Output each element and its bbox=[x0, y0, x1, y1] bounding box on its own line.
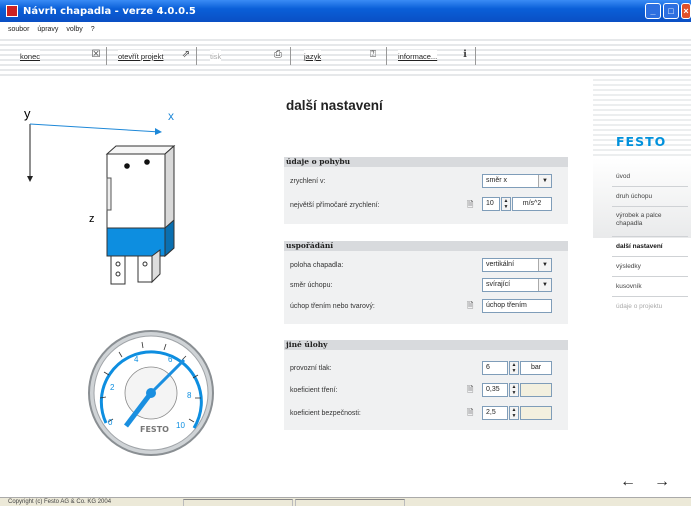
document-icon[interactable]: 🗎 bbox=[467, 384, 473, 398]
section-header-pohyb: údaje o pohybu bbox=[284, 157, 568, 167]
svg-text:2: 2 bbox=[110, 383, 115, 392]
axis-y-label: y bbox=[24, 106, 31, 121]
copyright-text: Copyright (c) Festo AG & Co. KG 2004 bbox=[8, 499, 112, 505]
nav-item-druh-uchopu[interactable]: druh úchopu bbox=[616, 193, 652, 201]
menu-upravy[interactable]: úpravy bbox=[37, 26, 58, 33]
label-uchop: úchop třením nebo tvarový: bbox=[290, 303, 375, 310]
info-icon[interactable]: ℹ bbox=[459, 49, 471, 61]
treni-spinner[interactable]: ▲ ▼ bbox=[509, 383, 519, 397]
axis-z-label: z bbox=[89, 213, 95, 225]
nav-item-vysledky[interactable]: výsledky bbox=[616, 263, 641, 271]
chevron-down-icon[interactable]: ▼ bbox=[538, 259, 551, 271]
nav-item-vyrobek[interactable]: výrobek a palce chapadla bbox=[616, 212, 686, 228]
nav-item-uvod[interactable]: úvod bbox=[616, 173, 630, 181]
tlak-spinner[interactable]: ▲ ▼ bbox=[509, 361, 519, 375]
maximize-icon[interactable]: □ bbox=[663, 3, 679, 19]
poloha-dropdown[interactable]: vertikální ▼ bbox=[482, 258, 552, 272]
minimize-icon[interactable]: _ bbox=[645, 3, 661, 19]
window-title: Návrh chapadla - verze 4.0.0.5 bbox=[23, 5, 196, 17]
tlak-input[interactable]: 6 bbox=[482, 361, 508, 375]
menu-volby[interactable]: volby bbox=[66, 26, 82, 33]
nav-item-udaje-projektu[interactable]: údaje o projektu bbox=[616, 303, 662, 311]
label-bezpecnost: koeficient bezpečnosti: bbox=[290, 410, 361, 417]
language-button[interactable]: jazyk bbox=[304, 50, 322, 63]
gripper-diagram: y x z bbox=[24, 106, 176, 285]
menu-soubor[interactable]: soubor bbox=[8, 26, 29, 33]
open-icon[interactable]: ⇗ bbox=[180, 49, 192, 61]
section-header-usporadani: uspořádání bbox=[284, 241, 568, 251]
treni-unit bbox=[520, 383, 552, 397]
toolbar: konec ☒ otevřít projekt ⇗ tisk ⎙ jazyk ⍰… bbox=[0, 36, 691, 76]
pressure-gauge-image: 0 2 4 6 8 10 FESTO bbox=[88, 330, 214, 456]
tlak-unit: bar bbox=[520, 361, 552, 375]
close-icon[interactable]: × bbox=[681, 3, 691, 19]
axis-x-label: x bbox=[168, 109, 174, 123]
nav-item-kusovnik[interactable]: kusovník bbox=[616, 283, 642, 291]
label-smer: směr úchopu: bbox=[290, 282, 333, 289]
status-bar: Copyright (c) Festo AG & Co. KG 2004 bbox=[0, 497, 691, 506]
bezpecnost-unit bbox=[520, 406, 552, 420]
menu-help[interactable]: ? bbox=[91, 26, 95, 33]
label-zrychleni: zrychlení v: bbox=[290, 178, 326, 185]
label-max-zrychleni: největší přímočaré zrychlení: bbox=[290, 202, 380, 209]
gauge-brand-label: FESTO bbox=[140, 425, 169, 434]
konec-button[interactable]: konec bbox=[20, 50, 41, 63]
back-arrow-icon[interactable]: ← bbox=[620, 473, 636, 491]
bezpecnost-input[interactable]: 2,5 bbox=[482, 406, 508, 420]
document-icon[interactable]: 🗎 bbox=[467, 407, 473, 421]
printer-icon[interactable]: ⎙ bbox=[272, 49, 284, 61]
label-tlak: provozní tlak: bbox=[290, 365, 332, 372]
page-title: další nastavení bbox=[286, 98, 383, 113]
menu-bar: soubor úpravy volby ? bbox=[0, 22, 691, 36]
exit-icon[interactable]: ☒ bbox=[90, 49, 102, 61]
app-icon bbox=[6, 5, 18, 17]
uchop-input[interactable]: úchop třením bbox=[482, 299, 552, 313]
section-header-jine: jiné úlohy bbox=[284, 340, 568, 350]
festo-logo: FESTO bbox=[616, 134, 667, 149]
treni-input[interactable]: 0,35 bbox=[482, 383, 508, 397]
svg-text:6: 6 bbox=[168, 355, 173, 364]
nav-item-dalsi-nastaveni[interactable]: další nastavení bbox=[616, 243, 663, 251]
info-button[interactable]: informace... bbox=[398, 50, 438, 63]
svg-text:0: 0 bbox=[108, 418, 113, 427]
label-treni: koeficient tření: bbox=[290, 387, 338, 394]
svg-text:4: 4 bbox=[134, 355, 139, 364]
print-button[interactable]: tisk bbox=[210, 50, 222, 63]
max-zrychleni-input[interactable]: 10 bbox=[482, 197, 500, 211]
bezpecnost-spinner[interactable]: ▲ ▼ bbox=[509, 406, 519, 420]
smer-dropdown[interactable]: svírající ▼ bbox=[482, 278, 552, 292]
chevron-down-icon[interactable]: ▼ bbox=[538, 175, 551, 187]
document-icon[interactable]: 🗎 bbox=[467, 199, 473, 213]
chevron-down-icon[interactable]: ▼ bbox=[538, 279, 551, 291]
open-project-button[interactable]: otevřít projekt bbox=[118, 50, 164, 63]
document-icon[interactable]: 🗎 bbox=[467, 300, 473, 314]
zrychleni-dropdown[interactable]: směr x ▼ bbox=[482, 174, 552, 188]
svg-text:8: 8 bbox=[187, 391, 192, 400]
title-bar: Návrh chapadla - verze 4.0.0.5 _ □ × bbox=[0, 0, 691, 22]
forward-arrow-icon[interactable]: → bbox=[654, 473, 670, 491]
max-zrychleni-spinner[interactable]: ▲ ▼ bbox=[501, 197, 511, 211]
label-poloha: poloha chapadla: bbox=[290, 262, 344, 269]
svg-text:10: 10 bbox=[176, 421, 185, 430]
language-icon[interactable]: ⍰ bbox=[367, 49, 379, 61]
max-zrychleni-unit: m/s^2 bbox=[512, 197, 552, 211]
